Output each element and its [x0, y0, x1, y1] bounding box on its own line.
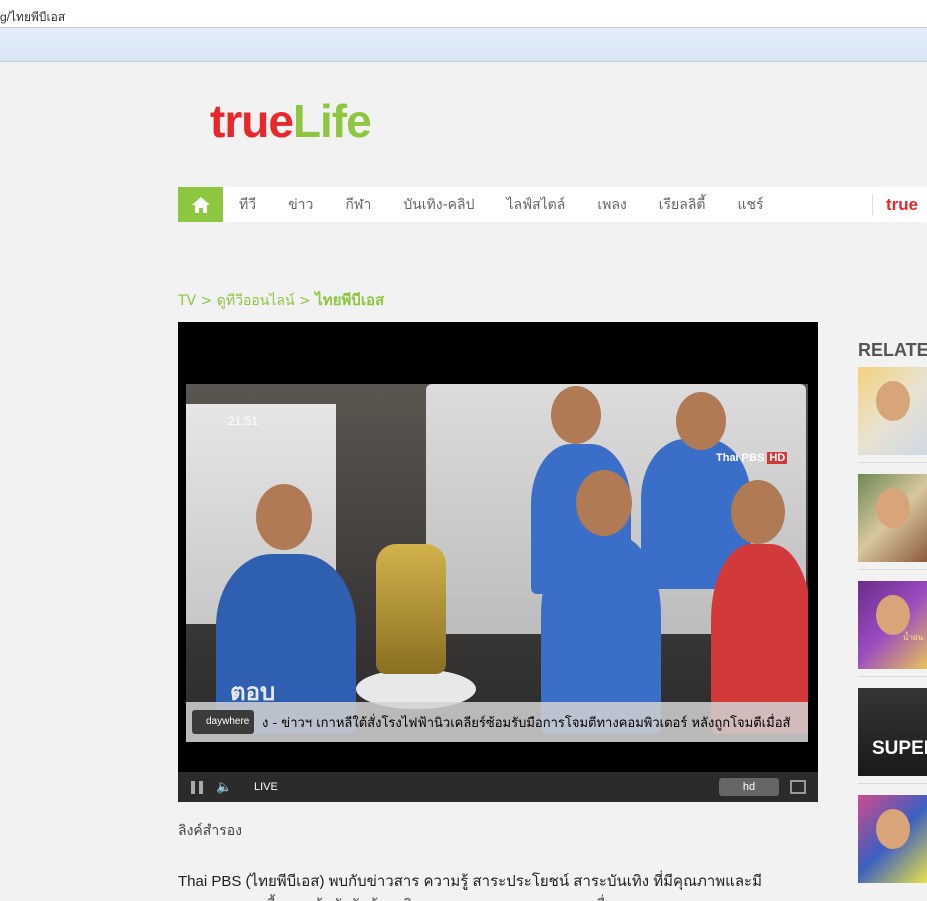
breadcrumb-current: ไทยพีบีเอส [315, 291, 385, 309]
thumb-caption: SUPER S [872, 738, 927, 759]
nav-reality[interactable]: เรียลลิตี้ [659, 194, 706, 216]
channel-logo: Thai PBS HD [716, 452, 788, 464]
thumb-face [876, 595, 910, 635]
ticker-logo: daywhere [192, 710, 254, 734]
channel-description-continued: มาตรฐาน บนพื้นฐานข้อบังคับด้วยจริยธรรม แ… [178, 893, 818, 901]
breadcrumb: TV > ดูทีวีออนไลน์ > ไทยพีบีเอส [178, 291, 385, 309]
thumb-divider [858, 676, 927, 677]
video-head [676, 392, 726, 450]
breadcrumb-online-tv[interactable]: ดูทีวีออนไลน์ [217, 293, 295, 309]
thumb-divider [858, 462, 927, 463]
browser-address-bar[interactable]: g/ไทยพีบีเอส [0, 0, 927, 28]
video-trophy [376, 544, 446, 674]
alternate-link[interactable]: ลิงค์สำรอง [178, 820, 242, 842]
browser-toolbar [0, 28, 927, 62]
truelife-logo[interactable]: trueLife [210, 96, 372, 146]
nav-share[interactable]: แชร์ [738, 194, 764, 216]
nav-lifestyle[interactable]: ไลฟ์สไตล์ [507, 194, 566, 216]
thumb-divider [858, 783, 927, 784]
video-head [576, 470, 632, 536]
nav-news[interactable]: ข่าว [288, 194, 313, 216]
home-icon [191, 196, 210, 213]
video-head [551, 386, 601, 444]
main-nav: ทีวี ข่าว กีฬา บันเทิง-คลิป ไลฟ์สไตล์ เพ… [178, 187, 927, 222]
video-head [256, 484, 312, 550]
thumb-face [876, 488, 910, 528]
live-label: LIVE [254, 781, 278, 793]
address-text: g/ไทยพีบีเอส [0, 10, 66, 24]
hd-button[interactable]: hd [719, 778, 779, 796]
thumb-caption: น้ำฝน [903, 633, 924, 642]
video-frame[interactable]: 21:51 Thai PBS HD ตอบ daywhere ง - ข่าวฯ… [186, 384, 808, 742]
thumb-face [876, 381, 910, 421]
nav-sport[interactable]: กีฬา [345, 194, 371, 216]
nav-entertainment[interactable]: บันเทิง-คลิป [403, 194, 474, 216]
related-title: RELATE [858, 340, 927, 360]
news-ticker: daywhere ง - ข่าวฯ เกาหลีใต้สั่งโรงไฟฟ้า… [186, 702, 808, 742]
video-head [731, 480, 785, 544]
nav-divider [872, 194, 873, 215]
nav-tv[interactable]: ทีวี [239, 194, 256, 216]
player-controls: 🔈 LIVE hd [178, 772, 818, 802]
home-button[interactable] [178, 187, 223, 222]
breadcrumb-tv[interactable]: TV [178, 293, 196, 309]
video-player[interactable]: 21:51 Thai PBS HD ตอบ daywhere ง - ข่าวฯ… [178, 322, 818, 802]
video-clock: 21:51 [228, 414, 259, 428]
pause-icon[interactable] [191, 781, 203, 794]
related-thumb-5[interactable] [858, 795, 927, 883]
ticker-text: ง - ข่าวฯ เกาหลีใต้สั่งโรงไฟฟ้านิวเคลียร… [262, 716, 791, 731]
thumb-divider [858, 569, 927, 570]
channel-description: Thai PBS (ไทยพีบีเอส) พบกับข่าวสาร ความร… [178, 873, 762, 890]
fullscreen-icon[interactable] [790, 780, 806, 794]
related-thumb-3[interactable]: น้ำฝน [858, 581, 927, 669]
related-thumb-4[interactable]: SUPER S [858, 688, 927, 776]
thumb-face [876, 809, 910, 849]
volume-icon[interactable]: 🔈 [216, 780, 232, 795]
true-brand-link[interactable]: true [886, 195, 918, 215]
related-thumb-2[interactable] [858, 474, 927, 562]
nav-music[interactable]: เพลง [597, 194, 626, 216]
related-thumb-1[interactable] [858, 367, 927, 455]
